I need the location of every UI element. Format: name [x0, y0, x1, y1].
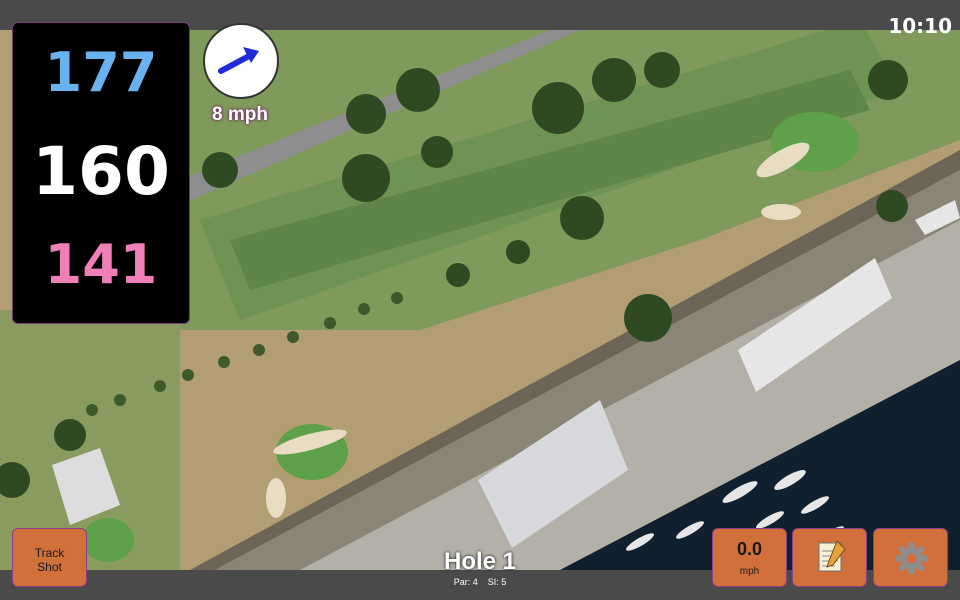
track-shot-button[interactable]: Track Shot — [12, 528, 87, 587]
map-shrub — [182, 369, 194, 381]
map-tree — [876, 190, 908, 222]
map-tree — [592, 58, 636, 102]
map-tree — [54, 419, 86, 451]
map-shrub — [154, 380, 166, 392]
map-tree — [532, 82, 584, 134]
map-shrub — [114, 394, 126, 406]
hole-par: Par: 4 — [453, 577, 478, 587]
yardage-panel: 177 160 141 — [12, 22, 190, 324]
speed-button[interactable]: 0.0 mph — [712, 528, 787, 587]
settings-button[interactable] — [873, 528, 948, 587]
map-tree — [560, 196, 604, 240]
wind-direction-arrow-icon — [218, 47, 259, 74]
hole-info: Par: 4 SI: 5 — [380, 577, 580, 587]
map-tree — [868, 60, 908, 100]
map-shrub — [218, 356, 230, 368]
map-shrub — [86, 404, 98, 416]
hole-stroke-index: SI: 5 — [487, 577, 507, 587]
map-tree — [506, 240, 530, 264]
yardage-front-of-green: 141 — [44, 233, 158, 296]
track-shot-label-line2: Shot — [37, 560, 62, 574]
hole-title: Hole 1 — [443, 548, 517, 575]
map-tree — [421, 136, 453, 168]
map-tree — [644, 52, 680, 88]
yardage-center-of-green: 160 — [32, 133, 170, 210]
status-time: 10:10 — [888, 14, 952, 38]
track-shot-label-line1: Track — [34, 546, 65, 560]
gear-icon — [895, 542, 928, 575]
yardage-back-of-green: 177 — [44, 41, 158, 104]
map-shrub — [287, 331, 299, 343]
map-putting-green-3 — [82, 518, 134, 562]
wind-indicator — [203, 23, 279, 99]
map-shrub — [391, 292, 403, 304]
map-bunker-2 — [761, 204, 801, 220]
map-tree — [624, 294, 672, 342]
map-bunker-4 — [266, 478, 286, 518]
notepad-icon — [818, 540, 846, 572]
map-shrub — [324, 317, 336, 329]
speed-unit: mph — [739, 566, 760, 577]
map-tree — [202, 152, 238, 188]
map-shrub — [358, 303, 370, 315]
map-tree — [342, 154, 390, 202]
wind-speed-label: 8 mph — [212, 104, 268, 125]
map-tree — [446, 263, 470, 287]
speed-value: 0.0 — [736, 539, 763, 559]
map-tree — [346, 94, 386, 134]
map-tree — [396, 68, 440, 112]
map-shrub — [253, 344, 265, 356]
notes-button[interactable] — [792, 528, 867, 587]
